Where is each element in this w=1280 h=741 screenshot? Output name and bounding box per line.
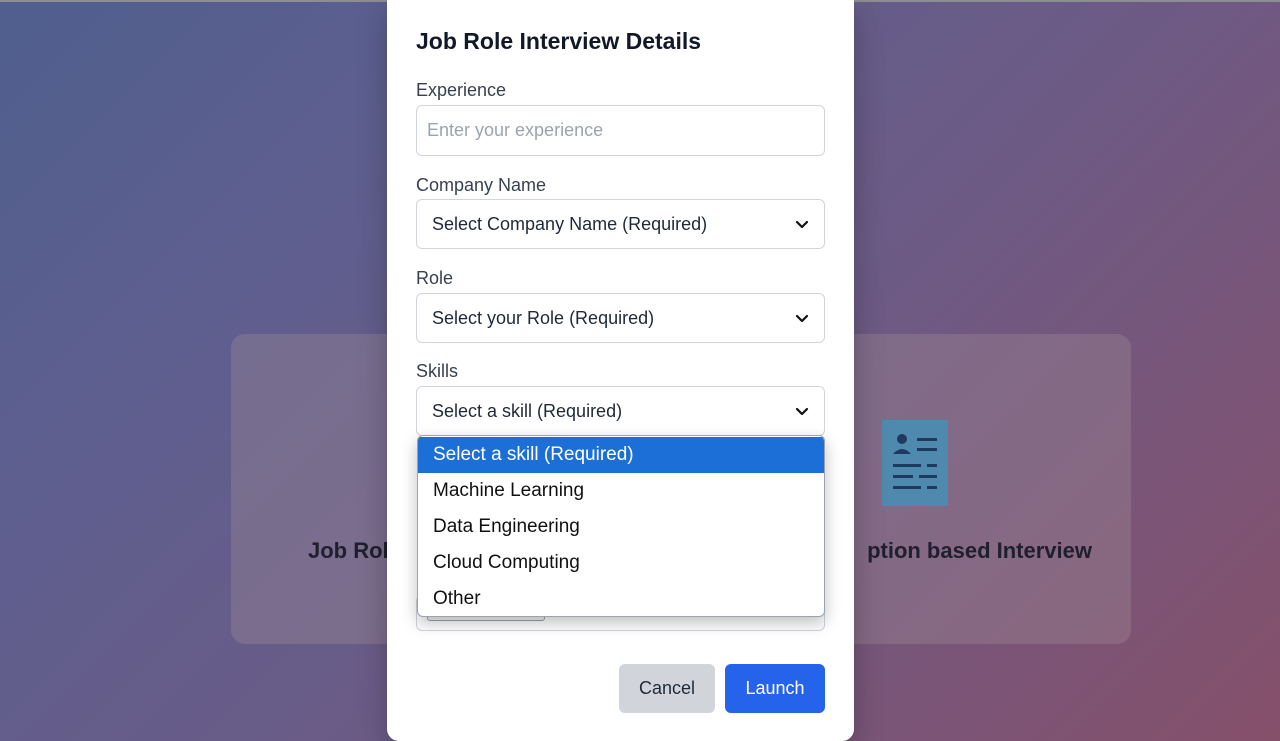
chevron-down-icon <box>795 220 809 229</box>
experience-input[interactable] <box>416 105 825 156</box>
skill-option[interactable]: Other <box>418 581 824 616</box>
skill-option[interactable]: Machine Learning <box>418 473 824 509</box>
role-select[interactable]: Select your Role (Required) <box>416 293 825 343</box>
cancel-button[interactable]: Cancel <box>619 664 715 713</box>
skills-select[interactable]: Select a skill (Required) <box>416 386 825 436</box>
skill-option[interactable]: Data Engineering <box>418 509 824 545</box>
skills-label: Skills <box>416 361 459 381</box>
chevron-down-icon <box>795 314 809 323</box>
skills-dropdown-list: Select a skill (Required) Machine Learni… <box>417 435 825 617</box>
chevron-down-icon <box>795 407 809 416</box>
interview-details-modal: Job Role Interview Details Experience Co… <box>387 0 854 741</box>
role-select-value: Select your Role (Required) <box>432 307 655 328</box>
experience-label: Experience <box>416 80 507 100</box>
company-name-select[interactable]: Select Company Name (Required) <box>416 199 825 249</box>
launch-button[interactable]: Launch <box>725 664 825 713</box>
job-role-interview-title[interactable]: Job Rol <box>308 538 389 564</box>
description-interview-title[interactable]: ption based Interview <box>830 538 1092 564</box>
company-name-label: Company Name <box>416 175 547 195</box>
skill-option[interactable]: Select a skill (Required) <box>418 437 824 473</box>
skill-option[interactable]: Cloud Computing <box>418 545 824 581</box>
skills-select-value: Select a skill (Required) <box>432 400 623 421</box>
role-label: Role <box>416 268 454 288</box>
modal-title: Job Role Interview Details <box>416 28 702 54</box>
company-name-select-value: Select Company Name (Required) <box>432 213 708 234</box>
document-profile-icon <box>882 420 948 506</box>
